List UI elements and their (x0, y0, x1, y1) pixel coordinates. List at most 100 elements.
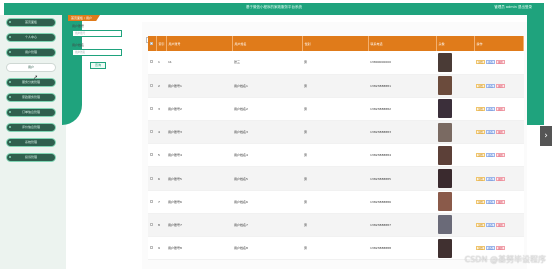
row-name: 用户姓名6 (232, 190, 302, 214)
row-index: 2 (156, 74, 166, 98)
header-name: 用户姓名 (232, 36, 303, 51)
select-all-checkbox[interactable] (150, 41, 153, 45)
delete-button[interactable]: 删除 (496, 222, 505, 227)
detail-button[interactable]: 详情 (476, 199, 485, 204)
query-button[interactable]: 查询 (90, 62, 106, 69)
row-checkbox[interactable] (150, 222, 153, 226)
sidebar-item-home[interactable]: 首页面板 (6, 18, 56, 27)
sidebar-item-orders[interactable]: 订单信息管理 (6, 108, 56, 117)
avatar (438, 52, 452, 72)
edit-button[interactable]: 修改 (486, 176, 495, 181)
row-index: 5 (156, 143, 166, 168)
row-select-cell[interactable] (148, 143, 156, 168)
edit-button[interactable]: 修改 (486, 60, 495, 65)
row-phone: 13823888885 (368, 166, 436, 191)
row-avatar-cell (436, 51, 474, 75)
avatar (438, 238, 452, 258)
row-checkbox[interactable] (150, 130, 153, 134)
row-actions: 详情 修改 删除 (474, 51, 524, 75)
sidebar-item-complaints[interactable]: 投诉管理 (6, 153, 56, 162)
row-name: 张三 (232, 51, 302, 75)
delete-button[interactable]: 删除 (496, 130, 505, 135)
header-phone: 联系电话 (368, 36, 437, 51)
detail-button[interactable]: 详情 (476, 153, 485, 158)
row-avatar-cell (436, 74, 474, 98)
breadcrumb-home[interactable]: 首页面板 (71, 16, 83, 20)
sidebar-item-user-management[interactable]: 用户管理 (6, 48, 56, 57)
menu-dot-icon (9, 141, 11, 143)
row-checkbox[interactable] (150, 246, 153, 250)
row-select-cell[interactable] (148, 51, 156, 75)
sidebar-item-label: 系统管理 (24, 140, 37, 144)
delete-button[interactable]: 删除 (496, 83, 505, 88)
sidebar-item-label: 投诉管理 (24, 155, 37, 159)
edit-button[interactable]: 修改 (486, 106, 495, 111)
row-select-cell[interactable] (148, 190, 156, 214)
edit-button[interactable]: 修改 (486, 222, 495, 227)
row-select-cell[interactable] (148, 97, 156, 122)
delete-button[interactable]: 删除 (496, 106, 505, 111)
edit-button[interactable]: 修改 (486, 83, 495, 88)
row-account: 用户账号8 (166, 236, 232, 261)
row-name: 用户姓名4 (232, 143, 302, 168)
row-checkbox[interactable] (150, 83, 153, 87)
delete-button[interactable]: 删除 (496, 199, 505, 204)
avatar (438, 192, 452, 212)
menu-dot-icon (9, 36, 11, 38)
row-index: 6 (156, 166, 166, 191)
sidebar-item-system[interactable]: 系统管理 (6, 138, 56, 147)
delete-button[interactable]: 删除 (496, 176, 505, 181)
row-checkbox[interactable] (150, 106, 153, 110)
delete-button[interactable]: 删除 (496, 60, 505, 65)
name-search-input[interactable]: 用户姓名 (72, 49, 122, 56)
account-search-input[interactable]: 用户账号 (72, 30, 122, 37)
sidebar-item-user[interactable]: 用户 (6, 63, 56, 72)
delete-button[interactable]: 删除 (496, 246, 505, 251)
row-select-cell[interactable] (148, 236, 156, 261)
edit-button[interactable]: 修改 (486, 246, 495, 251)
row-account: 用户账号2 (166, 97, 232, 122)
sidebar-item-label: 家政服务管理 (21, 95, 40, 99)
row-phone: 13823888881 (368, 74, 436, 98)
row-select-cell[interactable] (148, 74, 156, 98)
detail-button[interactable]: 详情 (476, 176, 485, 181)
sidebar-item-housekeeping[interactable]: 家政服务管理 (6, 93, 56, 102)
detail-button[interactable]: 详情 (476, 246, 485, 251)
row-checkbox[interactable] (150, 60, 153, 64)
user-table: 索引 用户账号 用户姓名 性别 联系电话 头像 操作 1 11 张三男 1380000… (148, 36, 524, 261)
next-page-arrow-icon[interactable]: › (540, 126, 552, 146)
header-index: 索引 (156, 36, 167, 51)
sidebar-item-reviews[interactable]: 评价信息管理 (6, 123, 56, 132)
watermark: CSDN @基努毕设程序 (464, 255, 546, 264)
table-row: 8 用户账号7 用户姓名7 男 13823888887 详情 修改 删除 (148, 213, 524, 238)
row-checkbox[interactable] (150, 199, 153, 203)
detail-button[interactable]: 详情 (476, 60, 485, 65)
row-avatar-cell (436, 213, 474, 238)
breadcrumb-current: 用户 (85, 16, 92, 20)
detail-button[interactable]: 详情 (476, 130, 485, 135)
edit-button[interactable]: 修改 (486, 153, 495, 158)
detail-button[interactable]: 详情 (476, 106, 485, 111)
row-checkbox[interactable] (150, 176, 153, 180)
edit-button[interactable]: 修改 (486, 199, 495, 204)
menu-dot-icon (9, 51, 11, 53)
sidebar-item-label: 个人中心 (24, 35, 37, 39)
row-gender: 男 (302, 190, 368, 214)
row-actions: 详情 修改 删除 (474, 97, 524, 122)
table-row: 5 用户账号4 用户姓名4 男 13823888884 详情 修改 删除 (148, 143, 524, 168)
delete-button[interactable]: 删除 (496, 153, 505, 158)
row-index: 8 (156, 213, 166, 238)
row-checkbox[interactable] (150, 153, 153, 157)
avatar (438, 99, 452, 119)
detail-button[interactable]: 详情 (476, 222, 485, 227)
detail-button[interactable]: 详情 (476, 83, 485, 88)
sidebar-item-label: 订单信息管理 (21, 110, 40, 114)
sidebar-item-service-category[interactable]: 服务分类管理 (6, 78, 56, 87)
row-select-cell[interactable] (148, 166, 156, 191)
edit-button[interactable]: 修改 (486, 130, 495, 135)
user-logout-link[interactable]: 管理员 admin 退出登录 (494, 5, 532, 10)
row-select-cell[interactable] (148, 213, 156, 238)
row-select-cell[interactable] (148, 120, 156, 145)
header-select[interactable] (148, 36, 157, 51)
sidebar-item-profile[interactable]: 个人中心 (6, 33, 56, 42)
